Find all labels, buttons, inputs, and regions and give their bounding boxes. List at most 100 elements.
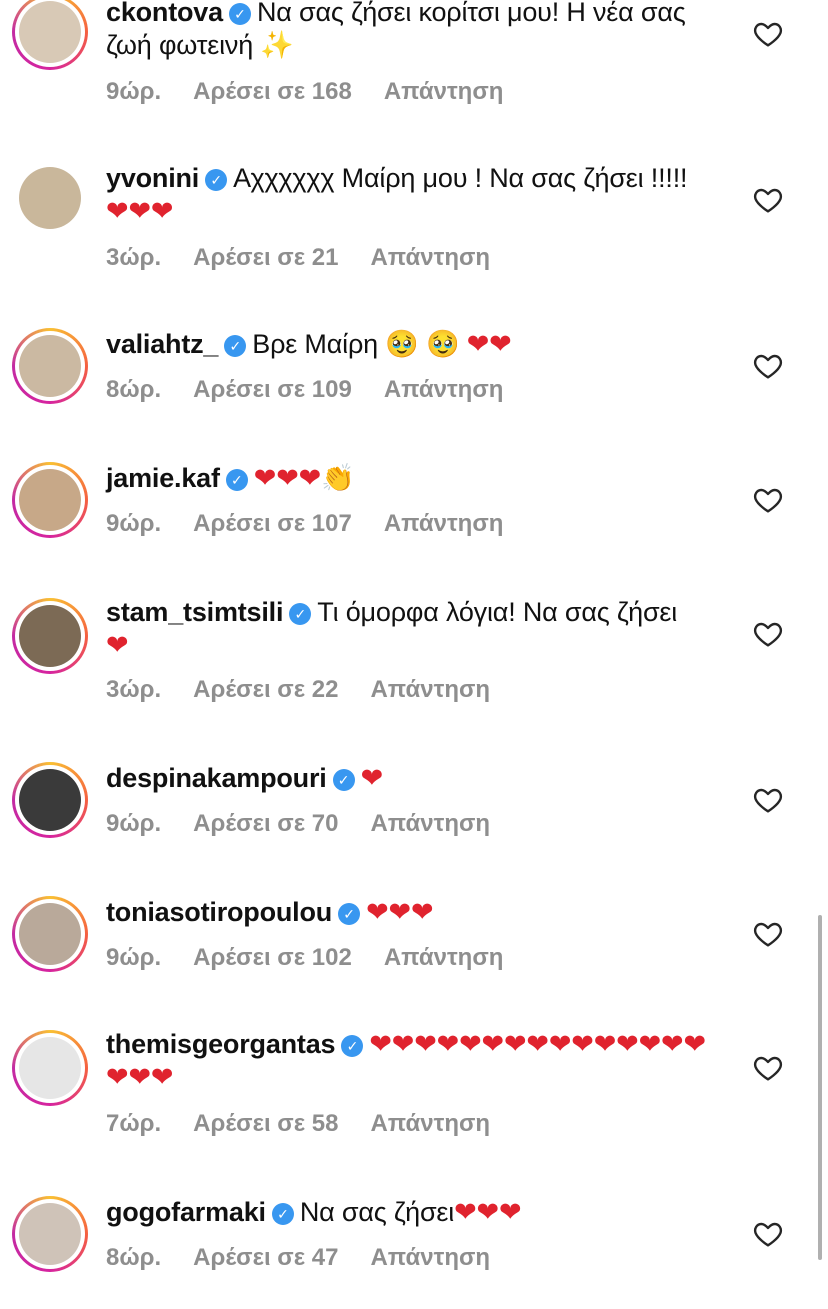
heart-emoji-icon: ❤ [593, 1029, 617, 1060]
verified-icon: ✓ [205, 169, 228, 191]
avatar[interactable] [12, 1196, 88, 1272]
heart-outline-icon[interactable] [752, 184, 784, 216]
comment-meta: 9ώρ. Αρέσει σε 70 Απάντηση [106, 810, 522, 838]
comment-body: valiahtz_ ✓ Βρε Μαίρη 🥹 🥹 ❤❤ [106, 328, 706, 361]
avatar[interactable] [12, 598, 88, 674]
likes-count[interactable]: Αρέσει σε 107 [193, 510, 352, 537]
comment-text: Να σας ζήσει❤❤❤ [299, 1197, 522, 1228]
avatar-image [19, 1203, 81, 1265]
likes-count[interactable]: Αρέσει σε 168 [193, 78, 352, 105]
heart-emoji-icon: ❤ [391, 1029, 415, 1060]
username[interactable]: stam_tsimtsili [106, 597, 283, 627]
comment-meta: 9ώρ. Αρέσει σε 107 Απάντηση [106, 510, 535, 538]
heart-emoji-icon: ❤ [436, 1029, 460, 1060]
avatar-image [19, 1, 81, 63]
verified-icon: ✓ [271, 1203, 294, 1225]
comment-time: 9ώρ. [106, 78, 162, 105]
comment-time: 8ώρ. [106, 376, 162, 403]
heart-outline-icon[interactable] [752, 1052, 784, 1084]
heart-emoji-icon: ❤ [489, 329, 512, 360]
comment-time: 8ώρ. [106, 1244, 162, 1271]
verified-icon: ✓ [338, 903, 361, 925]
heart-emoji-icon: ❤ [369, 1029, 392, 1060]
reply-button[interactable]: Απάντηση [370, 810, 490, 837]
username[interactable]: despinakampouri [106, 763, 327, 793]
likes-count[interactable]: Αρέσει σε 47 [193, 1244, 338, 1271]
heart-emoji-icon: ❤ [388, 897, 412, 928]
username[interactable]: jamie.kaf [106, 463, 220, 493]
avatar[interactable] [12, 896, 88, 972]
likes-count[interactable]: Αρέσει σε 58 [193, 1110, 338, 1137]
avatar[interactable] [12, 1030, 88, 1106]
heart-emoji-icon: ❤ [414, 1029, 437, 1060]
heart-outline-icon[interactable] [752, 784, 784, 816]
heart-emoji-icon: ❤ [128, 196, 151, 227]
heart-emoji-icon: ❤ [459, 1029, 482, 1060]
heart-emoji-icon: ❤ [526, 1029, 549, 1060]
heart-outline-icon[interactable] [752, 618, 784, 650]
username[interactable]: toniasotiropoulou [106, 897, 332, 927]
comment-meta: 9ώρ. Αρέσει σε 168 Απάντηση [106, 78, 535, 106]
username[interactable]: ckontova [106, 0, 223, 27]
heart-emoji-icon: ❤ [498, 1197, 522, 1228]
likes-count[interactable]: Αρέσει σε 109 [193, 376, 352, 403]
comment-body: themisgeorgantas ✓ ❤❤❤❤❤❤❤❤❤❤❤❤❤❤❤❤❤❤ [106, 1028, 706, 1094]
reply-button[interactable]: Απάντηση [370, 1244, 490, 1271]
avatar[interactable] [12, 160, 88, 236]
likes-count[interactable]: Αρέσει σε 102 [193, 944, 352, 971]
likes-count[interactable]: Αρέσει σε 22 [193, 676, 338, 703]
username[interactable]: gogofarmaki [106, 1197, 266, 1227]
heart-emoji-icon: ❤ [150, 196, 174, 227]
heart-outline-icon[interactable] [752, 18, 784, 50]
comment-body: gogofarmaki ✓ Να σας ζήσει❤❤❤ [106, 1196, 706, 1229]
heart-emoji-icon: ❤ [481, 1029, 505, 1060]
avatar[interactable] [12, 328, 88, 404]
reply-button[interactable]: Απάντηση [384, 376, 504, 403]
comment-body: ckontova ✓ Να σας ζήσει κορίτσι μου! Η νέα… [106, 0, 706, 62]
avatar[interactable] [12, 0, 88, 70]
avatar[interactable] [12, 462, 88, 538]
verified-icon: ✓ [289, 603, 312, 625]
heart-outline-icon[interactable] [752, 350, 784, 382]
comment-time: 9ώρ. [106, 944, 162, 971]
heart-outline-icon[interactable] [752, 918, 784, 950]
heart-emoji-icon: ❤ [454, 1197, 477, 1228]
reply-button[interactable]: Απάντηση [384, 944, 504, 971]
heart-emoji-icon: ❤ [661, 1029, 684, 1060]
scrollbar[interactable] [818, 915, 822, 1260]
avatar-image [19, 167, 81, 229]
comment-time: 9ώρ. [106, 510, 162, 537]
username[interactable]: valiahtz_ [106, 329, 218, 359]
heart-emoji-icon: ❤ [476, 1197, 500, 1228]
username[interactable]: yvonini [106, 163, 199, 193]
likes-count[interactable]: Αρέσει σε 21 [193, 244, 338, 271]
username[interactable]: themisgeorgantas [106, 1029, 336, 1059]
comment-text: Βρε Μαίρη 🥹 🥹 ❤❤ [252, 329, 512, 360]
reply-button[interactable]: Απάντηση [370, 676, 490, 703]
avatar-image [19, 469, 81, 531]
heart-emoji-icon: ❤ [128, 1062, 151, 1093]
comment-meta: 3ώρ. Αρέσει σε 21 Απάντηση [106, 244, 522, 272]
heart-emoji-icon: ❤ [571, 1029, 594, 1060]
comment-body: yvonini ✓ Αχχχχχχ Μαίρη μου ! Να σας ζήσει… [106, 162, 706, 228]
likes-count[interactable]: Αρέσει σε 70 [193, 810, 338, 837]
reply-button[interactable]: Απάντηση [370, 1110, 490, 1137]
avatar[interactable] [12, 762, 88, 838]
comment-body: despinakampouri ✓ ❤ [106, 762, 706, 795]
reply-button[interactable]: Απάντηση [370, 244, 490, 271]
comment-time: 9ώρ. [106, 810, 162, 837]
verified-icon: ✓ [332, 769, 355, 791]
verified-icon: ✓ [228, 3, 251, 25]
heart-emoji-icon: ❤ [366, 897, 389, 928]
avatar-image [19, 1037, 81, 1099]
comment-body: jamie.kaf ✓ ❤❤❤👏 [106, 462, 706, 495]
heart-outline-icon[interactable] [752, 1218, 784, 1250]
comment-meta: 8ώρ. Αρέσει σε 47 Απάντηση [106, 1244, 522, 1272]
heart-emoji-icon: ❤ [683, 1029, 706, 1060]
comment-time: 7ώρ. [106, 1110, 162, 1137]
heart-emoji-icon: ❤ [503, 1029, 527, 1060]
reply-button[interactable]: Απάντηση [384, 78, 504, 105]
heart-outline-icon[interactable] [752, 484, 784, 516]
reply-button[interactable]: Απάντηση [384, 510, 504, 537]
avatar-image [19, 769, 81, 831]
